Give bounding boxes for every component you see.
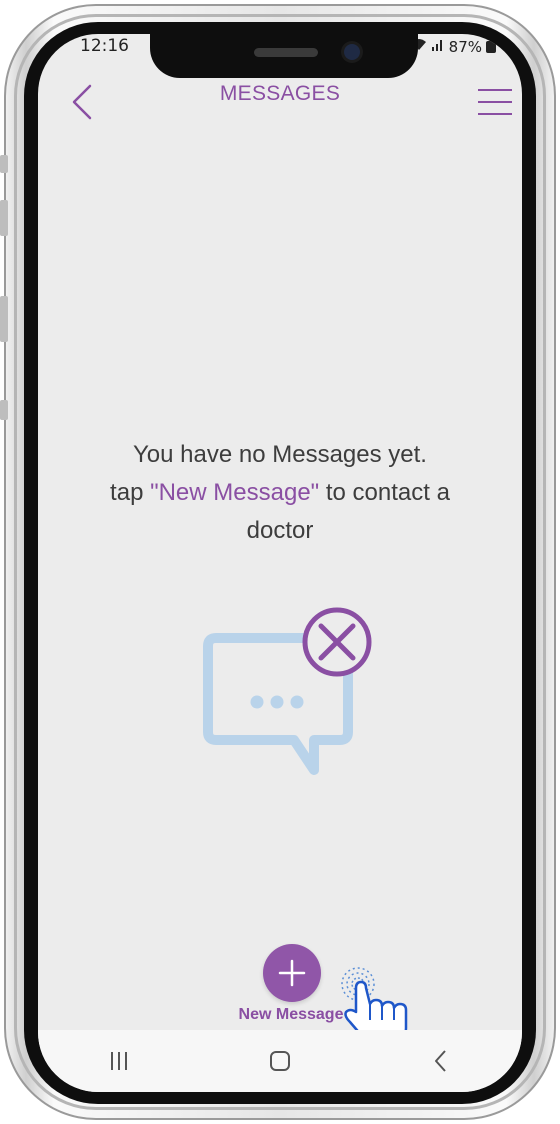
- side-button: [0, 155, 8, 173]
- side-button: [0, 400, 8, 420]
- side-button: [0, 296, 8, 342]
- notch: [150, 34, 418, 78]
- menu-button[interactable]: [476, 86, 514, 118]
- page-title: MESSAGES: [219, 82, 341, 105]
- recents-button[interactable]: [89, 1041, 149, 1081]
- status-time: 12:16: [80, 36, 129, 56]
- empty-state-line3: doctor: [246, 517, 314, 544]
- empty-state-line2-prefix: tap: [110, 479, 151, 506]
- system-back-button[interactable]: [411, 1041, 471, 1081]
- android-nav-bar: [38, 1030, 522, 1092]
- battery-label: 87%: [448, 38, 482, 56]
- home-button[interactable]: [250, 1041, 310, 1081]
- recents-icon: [110, 1052, 127, 1070]
- empty-state-line1: You have no Messages yet.: [133, 441, 427, 468]
- camera: [344, 44, 360, 60]
- new-message-hint: "New Message": [150, 479, 320, 506]
- chat-bubble-no-messages-icon: [203, 607, 372, 775]
- back-icon: [435, 1050, 447, 1072]
- signal-icon: [431, 38, 445, 56]
- empty-state-line2-suffix: to contact a: [319, 479, 450, 506]
- side-button: [0, 200, 8, 236]
- hamburger-menu-icon: [478, 89, 512, 115]
- home-icon: [269, 1051, 290, 1071]
- speaker: [254, 48, 318, 57]
- empty-state-line2: tap "New Message" to contact a: [38, 474, 522, 512]
- empty-state-message: You have no Messages yet. tap "New Messa…: [38, 436, 522, 550]
- battery-icon: [486, 41, 496, 53]
- plus-icon: [278, 959, 306, 987]
- new-message-button[interactable]: [263, 944, 321, 1002]
- status-icons: 87%: [411, 38, 496, 56]
- app-screen: 12:16 87% MESSAGES You have no Messages …: [38, 34, 522, 1092]
